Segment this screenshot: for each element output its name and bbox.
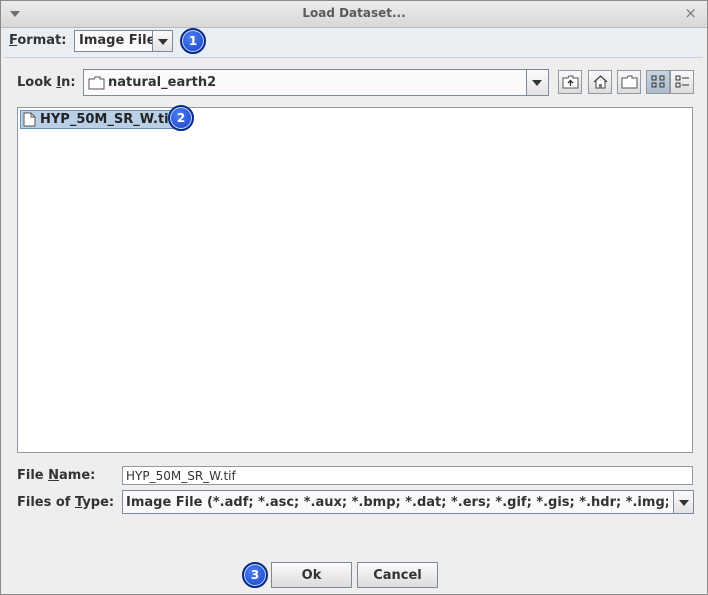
home-button[interactable] <box>588 70 612 94</box>
file-name-input[interactable] <box>122 466 693 485</box>
file-name-label: File Name: <box>17 468 96 483</box>
list-view-button[interactable] <box>646 70 670 94</box>
ok-button[interactable]: Ok <box>271 562 352 588</box>
folder-icon <box>88 76 105 94</box>
up-folder-icon <box>562 75 579 89</box>
callout-badge-1: 1 <box>180 28 206 54</box>
look-in-value: natural_earth2 <box>108 75 217 90</box>
format-select[interactable]: Image File <box>74 30 173 52</box>
window-title: Load Dataset... <box>302 6 406 20</box>
up-one-level-button[interactable] <box>558 70 582 94</box>
cancel-button[interactable]: Cancel <box>357 562 438 588</box>
list-item[interactable]: HYP_50M_SR_W.tif <box>20 110 178 129</box>
format-dropdown-button[interactable] <box>152 31 172 51</box>
new-folder-icon <box>621 75 638 89</box>
load-dataset-dialog: Load Dataset... × Format: Image File 1 L… <box>0 0 708 595</box>
look-in-select[interactable]: natural_earth2 <box>83 69 549 96</box>
format-select-value: Image File <box>79 33 156 48</box>
file-icon <box>23 112 36 127</box>
callout-badge-3: 3 <box>242 562 268 588</box>
details-view-icon <box>675 75 689 88</box>
file-list[interactable]: HYP_50M_SR_W.tif <box>17 107 693 453</box>
files-of-type-dropdown-button[interactable] <box>673 491 693 513</box>
list-view-icon <box>651 75 665 88</box>
files-of-type-select[interactable]: Image File (*.adf; *.asc; *.aux; *.bmp; … <box>122 490 694 514</box>
callout-badge-2: 2 <box>168 105 194 131</box>
file-name: HYP_50M_SR_W.tif <box>40 112 175 127</box>
title-bar[interactable]: Load Dataset... × <box>1 1 707 28</box>
files-of-type-label: Files of Type: <box>17 495 115 510</box>
new-folder-button[interactable] <box>617 70 641 94</box>
close-icon[interactable]: × <box>684 4 697 22</box>
format-label: Format: <box>9 33 67 48</box>
home-icon <box>593 75 608 89</box>
files-of-type-value: Image File (*.adf; *.asc; *.aux; *.bmp; … <box>126 495 668 510</box>
format-bar: Format: Image File 1 <box>3 28 703 58</box>
look-in-label: Look In: <box>17 75 76 90</box>
details-view-button[interactable] <box>670 70 694 94</box>
look-in-dropdown-button[interactable] <box>526 70 548 95</box>
